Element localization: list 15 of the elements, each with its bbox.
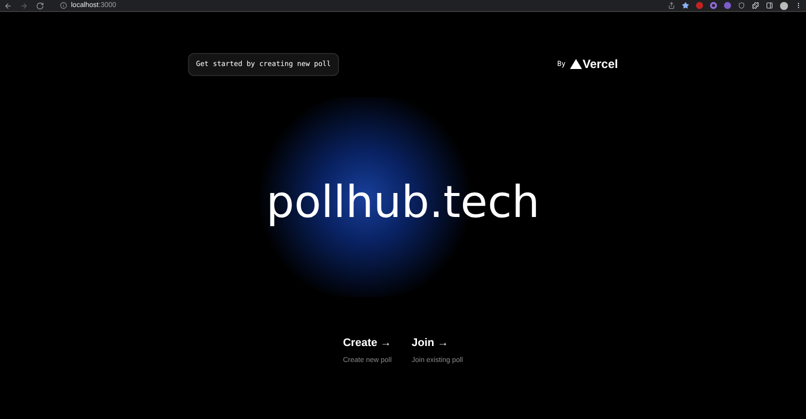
bookmark-star-icon[interactable] (682, 2, 689, 9)
side-panel-icon[interactable] (766, 2, 773, 9)
reload-icon[interactable] (36, 2, 44, 10)
extensions-icon[interactable] (752, 2, 759, 9)
shield-icon[interactable] (738, 2, 745, 9)
share-icon[interactable] (668, 2, 675, 9)
site-title: pollhub.tech (266, 180, 540, 224)
forward-icon[interactable] (20, 2, 28, 10)
card-title: Join → (412, 336, 450, 350)
menu-icon[interactable] (795, 2, 802, 9)
back-icon[interactable] (4, 2, 12, 10)
profile-avatar[interactable] (780, 2, 788, 10)
triangle-icon (570, 59, 582, 70)
site-info-icon[interactable] (60, 2, 67, 9)
card-title: Create → (342, 336, 392, 350)
